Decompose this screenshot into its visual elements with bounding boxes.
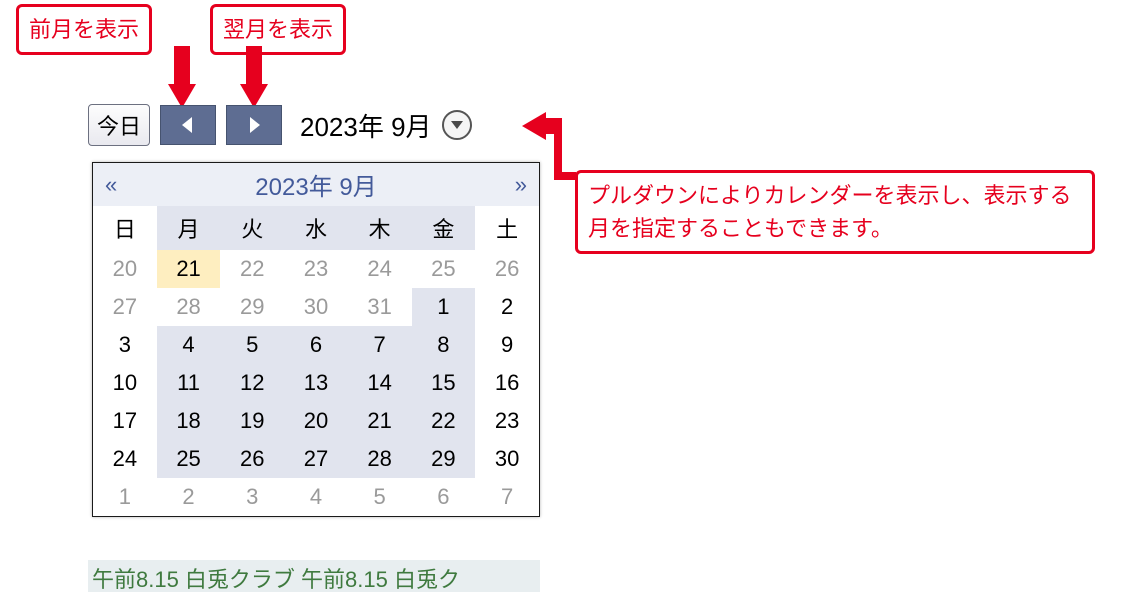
calendar-week-row: 17181920212223 — [93, 402, 539, 440]
calendar-day-cell[interactable]: 7 — [475, 478, 539, 516]
calendar-day-cell[interactable]: 26 — [475, 250, 539, 288]
chevron-down-icon — [450, 120, 464, 130]
calendar-day-cell[interactable]: 8 — [412, 326, 476, 364]
calendar-day-cell[interactable]: 24 — [93, 440, 157, 478]
calendar-day-cell[interactable]: 11 — [157, 364, 221, 402]
calendar-day-cell[interactable]: 26 — [220, 440, 284, 478]
calendar-day-cell[interactable]: 30 — [284, 288, 348, 326]
calendar-day-cell[interactable]: 28 — [157, 288, 221, 326]
weekday-header-cell: 土 — [475, 206, 539, 250]
calendar-day-cell[interactable]: 28 — [348, 440, 412, 478]
popup-year-month-label: 2023年 9月 — [255, 167, 376, 202]
next-month-button[interactable] — [226, 105, 282, 145]
calendar-day-cell[interactable]: 3 — [220, 478, 284, 516]
month-dropdown-button[interactable] — [442, 110, 472, 140]
calendar-day-cell[interactable]: 24 — [348, 250, 412, 288]
calendar-day-cell[interactable]: 7 — [348, 326, 412, 364]
calendar-week-row: 3456789 — [93, 326, 539, 364]
calendar-day-cell[interactable]: 31 — [348, 288, 412, 326]
calendar-day-cell[interactable]: 4 — [157, 326, 221, 364]
annotation-dropdown-note: プルダウンによりカレンダーを表示し、表示する月を指定することもできます。 — [575, 170, 1095, 254]
background-event-text: 午前8.15 白兎クラブ 午前8.15 白兎ク — [92, 562, 540, 594]
calendar-day-cell[interactable]: 23 — [475, 402, 539, 440]
calendar-day-cell[interactable]: 23 — [284, 250, 348, 288]
arrow-stem — [554, 118, 562, 172]
calendar-week-row: 24252627282930 — [93, 440, 539, 478]
calendar-day-cell[interactable]: 6 — [412, 478, 476, 516]
calendar-day-cell[interactable]: 14 — [348, 364, 412, 402]
calendar-day-cell[interactable]: 25 — [157, 440, 221, 478]
calendar-day-cell[interactable]: 17 — [93, 402, 157, 440]
calendar-day-cell[interactable]: 3 — [93, 326, 157, 364]
calendar-day-cell[interactable]: 1 — [412, 288, 476, 326]
arrow-left-icon — [522, 112, 546, 140]
calendar-day-cell[interactable]: 16 — [475, 364, 539, 402]
calendar-day-cell[interactable]: 29 — [220, 288, 284, 326]
calendar-day-cell[interactable]: 22 — [220, 250, 284, 288]
calendar-day-cell[interactable]: 15 — [412, 364, 476, 402]
calendar-week-row: 20212223242526 — [93, 250, 539, 288]
calendar-day-cell[interactable]: 19 — [220, 402, 284, 440]
calendar-day-cell[interactable]: 13 — [284, 364, 348, 402]
triangle-right-icon — [246, 115, 262, 135]
calendar-day-cell[interactable]: 21 — [157, 250, 221, 288]
calendar-day-cell[interactable]: 22 — [412, 402, 476, 440]
calendar-day-cell[interactable]: 25 — [412, 250, 476, 288]
calendar-day-cell[interactable]: 10 — [93, 364, 157, 402]
current-year-month-label: 2023年 9月 — [300, 107, 432, 144]
popup-prev-month-button[interactable]: « — [105, 172, 117, 198]
calendar-day-cell[interactable]: 9 — [475, 326, 539, 364]
calendar-day-cell[interactable]: 2 — [157, 478, 221, 516]
calendar-day-cell[interactable]: 21 — [348, 402, 412, 440]
triangle-left-icon — [180, 115, 196, 135]
calendar-week-row: 272829303112 — [93, 288, 539, 326]
calendar-day-cell[interactable]: 1 — [93, 478, 157, 516]
calendar-day-cell[interactable]: 2 — [475, 288, 539, 326]
calendar-day-cell[interactable]: 27 — [284, 440, 348, 478]
arrow-stem — [554, 172, 576, 180]
calendar-week-row: 1234567 — [93, 478, 539, 516]
annotation-prev-month: 前月を表示 — [16, 4, 152, 55]
month-picker-header: « 2023年 9月 » — [93, 163, 539, 206]
calendar-day-cell[interactable]: 27 — [93, 288, 157, 326]
calendar-day-cell[interactable]: 30 — [475, 440, 539, 478]
calendar-day-cell[interactable]: 18 — [157, 402, 221, 440]
prev-month-button[interactable] — [160, 105, 216, 145]
weekday-header-row: 日月火水木金土 — [93, 206, 539, 250]
calendar-day-cell[interactable]: 20 — [93, 250, 157, 288]
calendar-toolbar: 今日 2023年 9月 — [88, 104, 472, 146]
weekday-header-cell: 木 — [348, 206, 412, 250]
arrow-stem — [246, 46, 262, 84]
month-picker-popup: « 2023年 9月 » 日月火水木金土 2021222324252627282… — [92, 162, 540, 517]
popup-next-month-button[interactable]: » — [515, 172, 527, 198]
arrow-stem — [174, 46, 190, 84]
calendar-day-cell[interactable]: 29 — [412, 440, 476, 478]
month-picker-grid: 日月火水木金土 20212223242526272829303112345678… — [93, 206, 539, 516]
weekday-header-cell: 水 — [284, 206, 348, 250]
calendar-day-cell[interactable]: 4 — [284, 478, 348, 516]
today-button[interactable]: 今日 — [88, 104, 150, 146]
weekday-header-cell: 日 — [93, 206, 157, 250]
annotation-next-month: 翌月を表示 — [210, 4, 346, 55]
calendar-day-cell[interactable]: 5 — [348, 478, 412, 516]
calendar-day-cell[interactable]: 12 — [220, 364, 284, 402]
calendar-day-cell[interactable]: 20 — [284, 402, 348, 440]
weekday-header-cell: 火 — [220, 206, 284, 250]
weekday-header-cell: 月 — [157, 206, 221, 250]
calendar-day-cell[interactable]: 5 — [220, 326, 284, 364]
calendar-day-cell[interactable]: 6 — [284, 326, 348, 364]
weekday-header-cell: 金 — [412, 206, 476, 250]
calendar-week-row: 10111213141516 — [93, 364, 539, 402]
